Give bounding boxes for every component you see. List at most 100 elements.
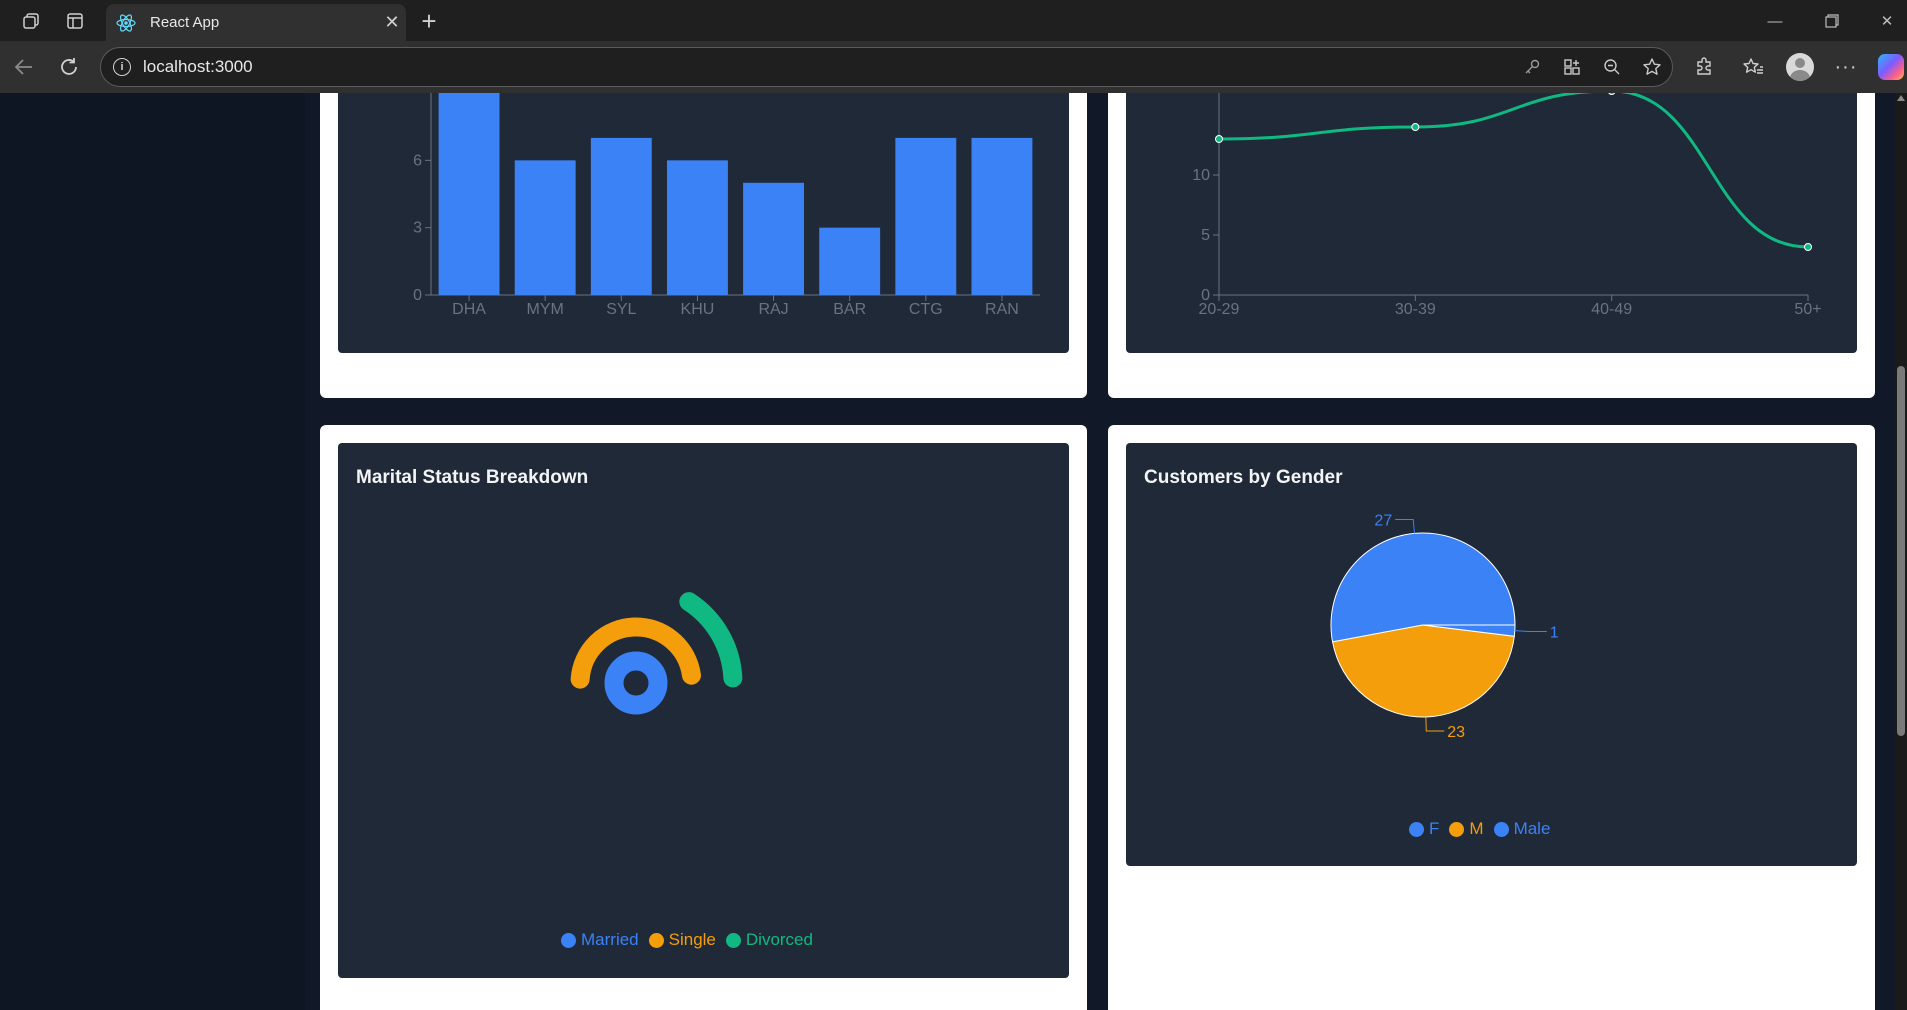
more-options-icon[interactable]: ··· (1830, 51, 1862, 83)
legend-label: Male (1513, 819, 1551, 838)
marital-status-panel: Marital Status Breakdown Married Single Di… (338, 443, 1069, 978)
y-tick-label: 10 (1192, 167, 1210, 184)
legend-label: M (1469, 819, 1484, 838)
label-leader (1395, 518, 1416, 534)
sidebar (0, 93, 305, 1010)
point-40-49 (1608, 93, 1616, 95)
x-tick-label: 30-39 (1395, 301, 1436, 318)
password-key-icon[interactable] (1512, 47, 1552, 87)
dashboard-content: 0 3 6 DHA MYM SYL KHU RAJ BAR CTG RAN 0 5 10 20-29 30-… (305, 93, 1895, 1010)
back-arrow-icon[interactable] (10, 53, 38, 81)
point-20-29 (1215, 135, 1223, 143)
x-tick-label: 20-29 (1199, 301, 1240, 318)
bar-raj (743, 182, 805, 295)
legend-dot (1493, 821, 1509, 837)
legend-label: Divorced (745, 930, 813, 949)
age-series-line (1218, 93, 1809, 249)
bar-khu (666, 160, 728, 295)
x-tick-label: 50+ (1794, 301, 1821, 318)
legend-item-single[interactable]: Single (648, 930, 716, 950)
marital-legend: Married Single Divorced (561, 930, 813, 950)
label-leader (1514, 630, 1547, 633)
page-scrollbar[interactable] (1895, 93, 1907, 1010)
x-tick-label: MYM (527, 301, 564, 318)
legend-item-male[interactable]: Male (1493, 819, 1551, 839)
y-tick-label: 3 (413, 220, 422, 237)
x-tick-label: RAN (985, 301, 1019, 318)
age-line-panel: 0 5 10 20-29 30-39 40-49 50+ (1126, 93, 1857, 353)
tab-actions-icon[interactable] (62, 8, 88, 34)
new-tab-button[interactable]: + (414, 6, 444, 36)
legend-item-married[interactable]: Married (561, 930, 639, 950)
region-bar-chart: 0 3 6 DHA MYM SYL KHU RAJ BAR CTG RAN (413, 93, 1040, 318)
workspaces-icon[interactable] (18, 8, 44, 34)
page-viewport: 0 3 6 DHA MYM SYL KHU RAJ BAR CTG RAN 0 5 10 20-29 30-… (0, 93, 1907, 1010)
married-arc (604, 651, 668, 715)
reload-icon[interactable] (55, 53, 83, 81)
age-line-chart: 051020-29 30-39 40-49 50+ (1192, 93, 1822, 318)
gender-pie-chart: 27 23 1 (1330, 512, 1559, 741)
browser-toolbar: i localhost:3000 ··· (0, 41, 1907, 93)
site-info-icon[interactable]: i (113, 58, 131, 76)
label-leader (1425, 716, 1445, 732)
app-available-icon[interactable] (1552, 47, 1592, 87)
bar-ran (971, 137, 1033, 295)
legend-dot (648, 932, 664, 948)
zoom-out-icon[interactable] (1592, 47, 1632, 87)
copilot-icon[interactable] (1875, 51, 1907, 83)
legend-dot (1449, 821, 1465, 837)
close-window-button[interactable]: ✕ (1867, 8, 1907, 34)
scroll-up-arrow-icon[interactable] (1897, 95, 1905, 101)
gender-card: Customers by Gender 27 23 1 F M Male (1108, 425, 1875, 1010)
minimize-window-button[interactable]: — (1755, 8, 1795, 34)
slice-label: 23 (1447, 724, 1465, 741)
url-text[interactable]: localhost:3000 (143, 57, 1512, 77)
marital-radial-chart (570, 592, 743, 715)
point-50+ (1804, 243, 1812, 251)
legend-dot (725, 932, 741, 948)
bar-mym (514, 160, 576, 295)
react-logo-icon (116, 13, 136, 33)
tab-title: React App (150, 14, 220, 31)
x-tick-label: 40-49 (1591, 301, 1632, 318)
browser-tab-bar: React App ✕ + — ✕ (0, 0, 1907, 41)
y-tick-label: 5 (1201, 227, 1210, 244)
browser-tab[interactable]: React App ✕ (106, 4, 406, 41)
legend-dot (561, 932, 576, 948)
close-tab-icon[interactable]: ✕ (378, 12, 406, 33)
legend-item-divorced[interactable]: Divorced (725, 930, 813, 950)
x-tick-label: CTG (909, 301, 943, 318)
slice-m (1331, 624, 1515, 718)
profile-avatar[interactable] (1784, 51, 1816, 83)
x-tick-label: DHA (452, 301, 486, 318)
y-tick-label: 0 (413, 287, 422, 304)
bar-bar (819, 227, 881, 295)
favorite-star-icon[interactable] (1632, 47, 1672, 87)
x-tick-label: BAR (833, 301, 866, 318)
legend-label: F (1429, 819, 1440, 838)
bar-syl (590, 137, 652, 295)
scroll-thumb[interactable] (1897, 366, 1905, 736)
legend-label: Single (668, 930, 716, 949)
marital-status-card: Marital Status Breakdown Married Single Di… (320, 425, 1087, 1010)
extensions-icon[interactable] (1688, 51, 1720, 83)
address-bar[interactable]: i localhost:3000 (100, 47, 1673, 87)
gender-legend: F M Male (1409, 819, 1550, 839)
legend-label: Married (581, 930, 639, 949)
favorites-icon[interactable] (1737, 51, 1769, 83)
legend-item-m[interactable]: M (1449, 819, 1484, 839)
x-tick-label: RAJ (758, 301, 788, 318)
bar-ctg (895, 137, 957, 295)
gender-panel: Customers by Gender 27 23 1 F M Male (1126, 443, 1857, 866)
region-chart-card: 0 3 6 DHA MYM SYL KHU RAJ BAR CTG RAN (320, 93, 1087, 398)
age-chart-card: 0 5 10 20-29 30-39 40-49 50+ (1108, 93, 1875, 398)
x-tick-label: SYL (606, 301, 636, 318)
point-30-39 (1411, 123, 1420, 131)
restore-window-button[interactable] (1812, 8, 1852, 34)
legend-dot (1409, 821, 1424, 837)
slice-label: 27 (1374, 512, 1392, 529)
y-tick-label: 6 (413, 152, 422, 169)
slice-label: 1 (1550, 625, 1559, 642)
legend-item-f[interactable]: F (1409, 819, 1439, 839)
bar-dha (438, 93, 500, 295)
